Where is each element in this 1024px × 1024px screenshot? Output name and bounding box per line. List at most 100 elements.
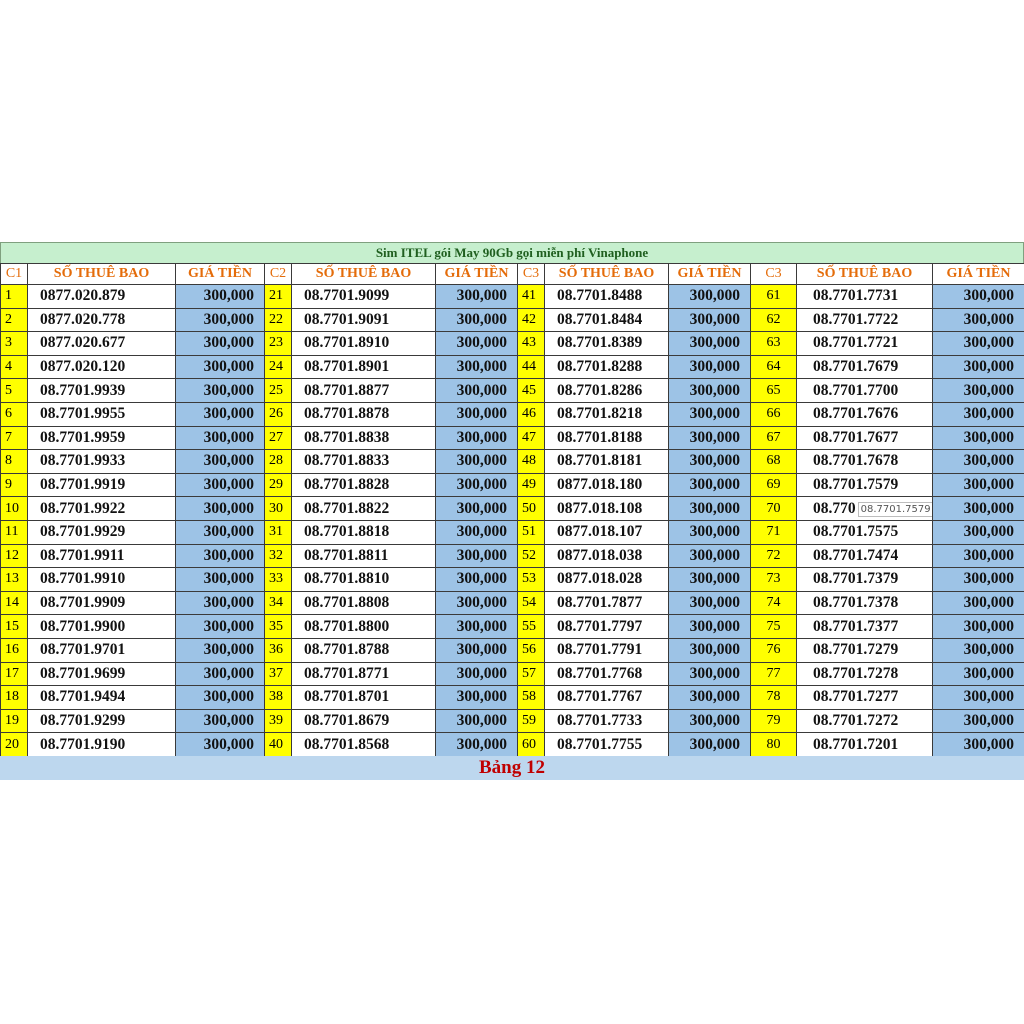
phone-number-cell[interactable]: 08.7701.9190 [27, 732, 176, 757]
row-index-cell: 13 [0, 567, 28, 592]
phone-number-cell[interactable]: 08.7701.8181 [544, 449, 669, 474]
phone-number-cell[interactable]: 08.7701.9959 [27, 425, 176, 451]
phone-number-cell[interactable]: 08.7701.7768 [544, 661, 669, 687]
row-index-cell: 23 [264, 331, 292, 356]
phone-number-cell[interactable]: 08.7701.7767 [544, 685, 669, 710]
phone-number-cell[interactable]: 08.7701.7755 [544, 732, 669, 757]
phone-number-cell[interactable]: 08.7701.8808 [291, 590, 436, 616]
phone-number-cell[interactable]: 08.7701.8286 [544, 378, 669, 403]
phone-number-cell[interactable]: 08.7701.8288 [544, 354, 669, 380]
phone-number-cell[interactable]: 08.7701.7722 [796, 307, 933, 333]
phone-number-cell[interactable]: 08.7701.9900 [27, 614, 176, 639]
phone-number-cell[interactable]: 08.7701.7877 [544, 590, 669, 616]
phone-number-cell[interactable]: 08.7701.9091 [291, 307, 436, 333]
phone-number-cell[interactable]: 08.7701.7677 [796, 425, 933, 451]
phone-number-cell[interactable]: 08.7701.9099 [291, 284, 436, 309]
phone-number-cell[interactable]: 08.7701.9955 [27, 401, 176, 427]
phone-number-cell[interactable]: 08.7701.9299 [27, 708, 176, 734]
price-cell: 300,000 [932, 331, 1024, 356]
phone-number-cell[interactable]: 08.7701.7678 [796, 449, 933, 474]
phone-number-cell[interactable]: 08.7701.8901 [291, 354, 436, 380]
phone-number-cell[interactable]: 08.7701.8818 [291, 519, 436, 545]
phone-number-cell[interactable]: 08.7701.8810 [291, 567, 436, 592]
phone-number-cell[interactable]: 08.7701.9922 [27, 496, 176, 521]
phone-number-cell[interactable]: 08.7701.7474 [796, 543, 933, 569]
phone-number-cell[interactable]: 0877.018.180 [544, 472, 669, 498]
phone-number-cell[interactable]: 08.7701.7679 [796, 354, 933, 380]
phone-number-cell[interactable]: 08.7701.9699 [27, 661, 176, 687]
phone-number-cell[interactable]: 08.7701.8568 [291, 732, 436, 757]
phone-number-cell[interactable]: 0877.020.879 [27, 284, 176, 309]
phone-number-cell[interactable]: 08.7701.8878 [291, 401, 436, 427]
phone-number-cell[interactable]: 08.7701.8800 [291, 614, 436, 639]
row-index-cell: 3 [0, 331, 28, 356]
phone-number-cell[interactable]: 08.7701.9939 [27, 378, 176, 403]
phone-number-cell[interactable]: 08.7701.7791 [544, 637, 669, 663]
price-cell: 300,000 [435, 331, 518, 356]
phone-number-cell[interactable]: 08.7701.7721 [796, 331, 933, 356]
phone-number-cell[interactable]: 08.7701.8833 [291, 449, 436, 474]
price-cell: 300,000 [668, 590, 751, 616]
phone-number-cell[interactable]: 08.7701.8389 [544, 331, 669, 356]
phone-number-cell[interactable]: 0877.020.778 [27, 307, 176, 333]
table-row: 17 08.7701.9699 300,000 37 08.7701.8771 300,0… [0, 661, 1024, 687]
phone-number-cell[interactable]: 08.7701.7575 [796, 519, 933, 545]
phone-number-cell[interactable]: 08.7701.8679 [291, 708, 436, 734]
price-cell: 300,000 [668, 685, 751, 710]
phone-number-cell[interactable]: 08.7701.7676 [796, 401, 933, 427]
price-cell: 300,000 [932, 519, 1024, 545]
phone-number-cell[interactable]: 0877.020.677 [27, 331, 176, 356]
table-row: 13 08.7701.9910 300,000 33 08.7701.8810 300,0… [0, 567, 1024, 592]
phone-number-cell[interactable]: 08.7701.9929 [27, 519, 176, 545]
phone-number-cell[interactable]: 08.7701.7272 [796, 708, 933, 734]
row-index-cell: 5 [0, 378, 28, 403]
phone-number-cell[interactable]: 08.7701.8811 [291, 543, 436, 569]
phone-number-cell[interactable]: 08.7701.8788 [291, 637, 436, 663]
phone-number-cell[interactable]: 08.7701.8771 [291, 661, 436, 687]
phone-number-cell[interactable]: 08.7701.8877 [291, 378, 436, 403]
price-cell: 300,000 [932, 543, 1024, 569]
phone-number-cell[interactable]: 08.7701.8910 [291, 331, 436, 356]
price-cell: 300,000 [668, 567, 751, 592]
phone-number-cell[interactable]: 08.7701.9494 [27, 685, 176, 710]
row-index-cell: 17 [0, 661, 28, 687]
phone-number-cell[interactable]: 08.7701.8701 [291, 685, 436, 710]
phone-number-cell[interactable]: 08.7701.8188 [544, 425, 669, 451]
phone-number-cell[interactable]: 08.7701.7279 [796, 637, 933, 663]
phone-number-cell[interactable]: 0877.018.108 [544, 496, 669, 521]
phone-number-cell[interactable]: 0877.018.028 [544, 567, 669, 592]
phone-number-cell[interactable]: 08.7701.8838 [291, 425, 436, 451]
phone-number-cell[interactable]: 08.7701.9701 [27, 637, 176, 663]
phone-number-cell[interactable]: 08.7701.7379 [796, 567, 933, 592]
price-cell: 300,000 [932, 496, 1024, 521]
phone-number-cell[interactable]: 08.7701.9933 [27, 449, 176, 474]
phone-number-cell[interactable]: 08.7701.7579 [796, 472, 933, 498]
phone-number-cell[interactable]: 08.7701.7201 [796, 732, 933, 757]
phone-number-cell[interactable]: 08.7701.9910 [27, 567, 176, 592]
phone-number-cell[interactable]: 08.7701.8828 [291, 472, 436, 498]
phone-number-cell[interactable]: 0877.020.120 [27, 354, 176, 380]
phone-number-cell[interactable]: 0877.018.107 [544, 519, 669, 545]
phone-number-cell[interactable]: 08.7701.7377 [796, 614, 933, 639]
phone-number-cell[interactable]: 08.7701.7797 [544, 614, 669, 639]
phone-number-cell[interactable]: 08.7701.8488 [544, 284, 669, 309]
phone-number-cell[interactable]: 08.7701.7731 [796, 284, 933, 309]
phone-number-cell[interactable]: 08.7701.8218 [544, 401, 669, 427]
table-row: 18 08.7701.9494 300,000 38 08.7701.8701 300,0… [0, 685, 1024, 710]
price-cell: 300,000 [668, 378, 751, 403]
phone-number-cell[interactable]: 08.7701.9919 [27, 472, 176, 498]
phone-number-cell[interactable]: 08.7701.9909 [27, 590, 176, 616]
row-index-cell: 9 [0, 472, 28, 498]
phone-number-cell[interactable]: 08.7701.9911 [27, 543, 176, 569]
phone-number-cell[interactable]: 0877.018.038 [544, 543, 669, 569]
table-row: 8 08.7701.9933 300,000 28 08.7701.8833 300,00… [0, 449, 1024, 474]
phone-number-cell[interactable]: 08.7701.7378 [796, 590, 933, 616]
phone-number-cell[interactable]: 08.7701.7700 [796, 378, 933, 403]
phone-number-cell[interactable]: 08.7701.7733 [544, 708, 669, 734]
phone-number-cell[interactable]: 08.7701.8822 [291, 496, 436, 521]
phone-number-cell[interactable]: 08.7701.7278 [796, 661, 933, 687]
row-index-cell: 8 [0, 449, 28, 474]
phone-number-cell[interactable]: 08.7701.7277 [796, 685, 933, 710]
phone-number-cell[interactable]: 08.7701.8484 [544, 307, 669, 333]
phone-number-cell[interactable]: 08.770 08.7701.7579 [796, 496, 933, 521]
